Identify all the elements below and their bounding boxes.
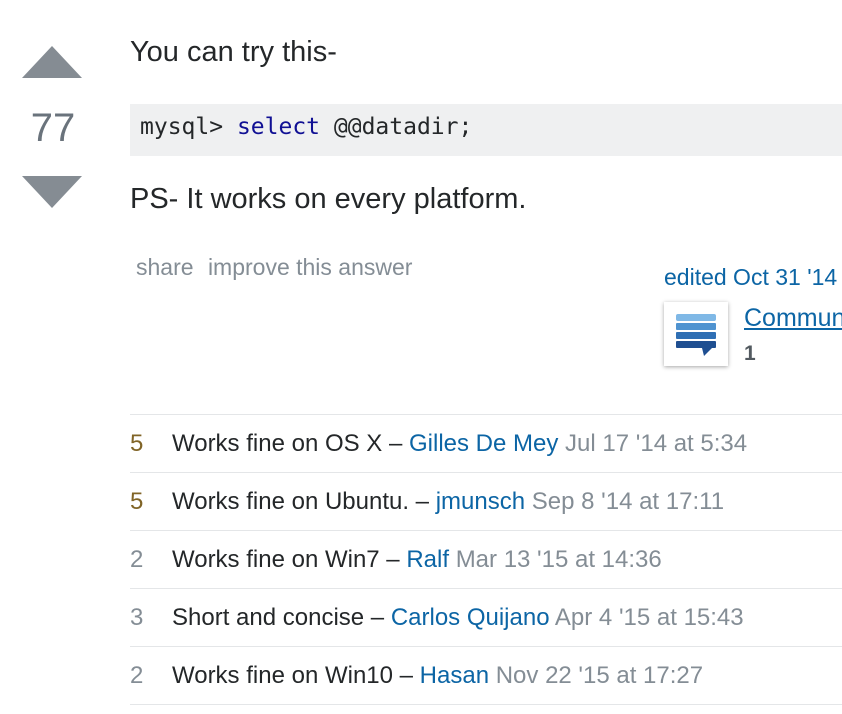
comment-body: Short and concise – Carlos Quijano Apr 4… (172, 604, 744, 631)
comment-text: Works fine on Ubuntu. (172, 488, 410, 515)
comment-date[interactable]: Jul 17 '14 at 5:34 (565, 430, 747, 457)
comment-text: Works fine on OS X (172, 430, 383, 457)
editor-user-link[interactable]: Community (744, 304, 842, 333)
code-rest: @@datadir; (320, 114, 473, 140)
comment-list: 5 Works fine on OS X – Gilles De Mey Jul… (130, 414, 842, 705)
comment-row: 5 Works fine on Ubuntu. – jmunsch Sep 8 … (130, 473, 842, 531)
comment-row: 5 Works fine on OS X – Gilles De Mey Jul… (130, 415, 842, 473)
comment-row: 2 Works fine on Win7 – Ralf Mar 13 '15 a… (130, 531, 842, 589)
comment-date[interactable]: Nov 22 '15 at 17:27 (496, 662, 703, 689)
comment-body: Works fine on Ubuntu. – jmunsch Sep 8 '1… (172, 488, 725, 515)
downvote-arrow-icon[interactable] (22, 176, 82, 208)
comment-date[interactable]: Apr 4 '15 at 15:43 (555, 604, 744, 631)
comment-row: 3 Short and concise – Carlos Quijano Apr… (130, 589, 842, 647)
comment-user-link[interactable]: Carlos Quijano (391, 604, 550, 631)
comment-date[interactable]: Sep 8 '14 at 17:11 (532, 488, 724, 515)
vote-count: 77 (30, 106, 76, 150)
comment-body: Works fine on Win10 – Hasan Nov 22 '15 a… (172, 662, 704, 689)
improve-answer-link[interactable]: improve this answer (208, 254, 413, 280)
comment-date[interactable]: Mar 13 '15 at 14:36 (456, 546, 662, 573)
comment-text: Works fine on Win7 (172, 546, 380, 573)
upvote-arrow-icon[interactable] (22, 46, 82, 78)
comment-user-link[interactable]: Hasan (420, 662, 489, 689)
code-prompt: mysql> (140, 114, 237, 140)
code-keyword: select (236, 114, 321, 140)
comment-score: 5 (130, 488, 144, 515)
share-link[interactable]: share (136, 254, 194, 280)
answer-note-text: PS- It works on every platform. (130, 183, 527, 215)
comment-score: 5 (130, 430, 144, 457)
comment-body: Works fine on OS X – Gilles De Mey Jul 1… (172, 430, 748, 457)
comment-row: 2 Works fine on Win10 – Hasan Nov 22 '15… (130, 647, 842, 705)
community-wiki-icon[interactable] (664, 302, 728, 366)
code-block: mysql> select @@datadir; (130, 104, 842, 156)
comment-user-link[interactable]: Gilles De Mey (409, 430, 558, 457)
editor-reputation: 1 (744, 342, 756, 365)
comment-user-link[interactable]: jmunsch (436, 488, 525, 515)
comment-score: 3 (130, 604, 144, 631)
edit-signature: edited Oct 31 '14 Community 1 (664, 264, 842, 366)
comment-user-link[interactable]: Ralf (406, 546, 449, 573)
comment-score: 2 (130, 546, 144, 573)
comment-body: Works fine on Win7 – Ralf Mar 13 '15 at … (172, 546, 662, 573)
comment-text: Short and concise (172, 604, 365, 631)
edited-date-link[interactable]: edited Oct 31 '14 (664, 264, 837, 290)
post-menu: share improve this answer (136, 254, 420, 281)
community-avatar-graphic (676, 314, 716, 356)
comment-text: Works fine on Win10 (172, 662, 393, 689)
answer-intro-text: You can try this- (130, 36, 337, 68)
comment-score: 2 (130, 662, 144, 689)
